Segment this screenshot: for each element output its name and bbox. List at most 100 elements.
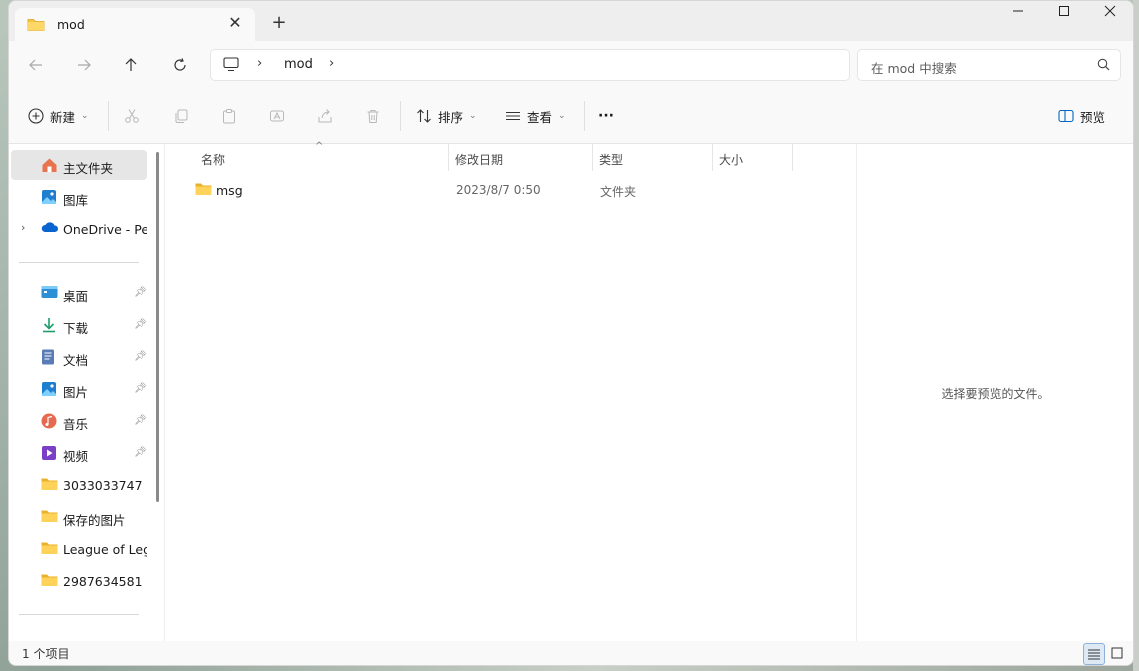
sidebar-item-saved-pictures[interactable]: 保存的图片 (11, 502, 147, 532)
music-icon (41, 413, 58, 429)
preview-empty-text: 选择要预览的文件。 (941, 387, 1050, 401)
plus-circle-icon (28, 108, 44, 124)
view-label: 查看 (527, 109, 553, 125)
pin-icon[interactable]: 📌︎ (134, 287, 147, 298)
tiles-view-icon (1111, 647, 1123, 659)
sidebar-item-music[interactable]: 音乐 📌︎ (11, 406, 147, 436)
chevron-down-icon: ⌄ (469, 111, 477, 121)
gallery-icon (41, 189, 58, 205)
share-icon (318, 109, 332, 123)
close-window-button[interactable] (1087, 5, 1133, 27)
chevron-right-icon[interactable]: › (21, 221, 25, 234)
table-row[interactable]: msg 2023/8/7 0:50 文件夹 (175, 177, 795, 203)
file-explorer-window: mod ✕ + › mod › 在 mod 中搜索 新建 ⌄ 排序 ⌄ 查看 ⌄… (8, 0, 1134, 666)
column-label: 名称 (201, 153, 226, 167)
preview-pane-button[interactable]: 预览 (1058, 105, 1105, 127)
this-pc-icon (223, 57, 239, 75)
forward-button[interactable] (70, 53, 98, 77)
file-name: msg (216, 183, 243, 198)
sidebar-item-label: 主文件夹 (63, 161, 114, 176)
tab-title: mod (57, 17, 85, 32)
pin-icon[interactable]: 📌︎ (134, 319, 147, 330)
sidebar-item-desktop[interactable]: 桌面 📌︎ (11, 278, 147, 308)
column-header-type[interactable]: 类型 (593, 144, 713, 171)
sidebar-item-pictures[interactable]: 图片 📌︎ (11, 374, 147, 404)
pictures-icon (41, 381, 58, 397)
column-header-size[interactable]: 大小 (713, 144, 793, 171)
pin-icon[interactable]: 📌︎ (134, 415, 147, 426)
arrow-right-icon (78, 59, 91, 71)
view-list-icon (506, 111, 520, 121)
sidebar-item-folder-2987634581[interactable]: 2987634581 (11, 566, 147, 596)
desktop-icon (41, 285, 58, 301)
refresh-button[interactable] (166, 53, 194, 77)
minimize-icon (1013, 10, 1023, 12)
sidebar-item-gallery[interactable]: 图库 (11, 182, 147, 212)
onedrive-icon (41, 221, 59, 237)
sidebar-scrollbar[interactable] (156, 152, 159, 502)
divider (400, 101, 401, 131)
pin-icon[interactable]: 📌︎ (134, 383, 147, 394)
paste-button[interactable] (221, 105, 237, 127)
sidebar-item-folder-3033033747[interactable]: 3033033747 (11, 470, 147, 500)
sidebar-item-label: OneDrive - Per (63, 222, 147, 237)
folder-icon (195, 182, 212, 199)
up-button[interactable] (117, 53, 145, 77)
cut-button[interactable] (124, 105, 140, 127)
breadcrumb-chevron-icon[interactable]: › (257, 56, 262, 71)
document-icon (41, 349, 58, 365)
sidebar-item-documents[interactable]: 文档 📌︎ (11, 342, 147, 372)
status-bar: 1 个项目 (9, 641, 1133, 665)
arrow-up-icon (125, 58, 137, 71)
breadcrumb-item-mod[interactable]: mod (284, 57, 313, 72)
more-options-button[interactable]: ··· (598, 105, 614, 127)
item-count: 1 个项目 (22, 647, 70, 661)
sidebar-item-videos[interactable]: 视频 📌︎ (11, 438, 147, 468)
pin-icon[interactable]: 📌︎ (134, 447, 147, 458)
sidebar-item-label: 2987634581 (63, 574, 143, 589)
column-header-name[interactable]: 名称 ^ (195, 141, 449, 171)
breadcrumb-chevron-icon[interactable]: › (329, 56, 334, 71)
column-label: 大小 (719, 153, 744, 167)
new-tab-button[interactable]: + (269, 13, 289, 33)
sidebar-item-label: 3033033747 (63, 478, 143, 493)
preview-label: 预览 (1080, 109, 1106, 125)
pin-icon[interactable]: 📌︎ (134, 351, 147, 362)
sidebar-item-league-of-legends[interactable]: League of Leg (11, 534, 147, 564)
sort-button[interactable]: 排序 ⌄ (416, 105, 477, 127)
folder-icon (41, 541, 58, 557)
address-bar[interactable]: › mod › (210, 49, 850, 81)
sidebar-divider (19, 614, 139, 615)
sidebar-item-label: 保存的图片 (63, 513, 126, 528)
sidebar-item-downloads[interactable]: 下载 📌︎ (11, 310, 147, 340)
delete-button[interactable] (365, 105, 381, 127)
sidebar-item-label: 图库 (63, 193, 89, 208)
minimize-button[interactable] (995, 5, 1041, 27)
sidebar-item-label: League of Leg (63, 542, 147, 557)
view-button[interactable]: 查看 ⌄ (505, 105, 566, 127)
close-icon (1104, 5, 1116, 17)
copy-icon (175, 109, 188, 123)
video-icon (41, 445, 58, 461)
back-button[interactable] (22, 53, 50, 77)
file-date: 2023/8/7 0:50 (456, 183, 541, 197)
folder-icon (27, 17, 45, 35)
sidebar-item-home[interactable]: 主文件夹 (11, 150, 147, 180)
sidebar-divider (19, 262, 139, 263)
trash-icon (367, 110, 379, 123)
command-bar: 新建 ⌄ 排序 ⌄ 查看 ⌄ ··· 预览 (9, 88, 1133, 144)
sidebar-item-onedrive[interactable]: › OneDrive - Per (11, 214, 147, 244)
tab-mod[interactable]: mod ✕ (15, 8, 255, 41)
rename-button[interactable] (269, 105, 285, 127)
details-view-icon (1088, 649, 1100, 660)
share-button[interactable] (317, 105, 333, 127)
details-view-button[interactable] (1083, 643, 1105, 665)
copy-button[interactable] (173, 105, 189, 127)
search-box[interactable]: 在 mod 中搜索 (857, 49, 1121, 81)
preview-pane: 选择要预览的文件。 (856, 144, 1133, 641)
column-header-date[interactable]: 修改日期 (449, 144, 593, 171)
tiles-view-button[interactable] (1107, 643, 1127, 663)
close-tab-button[interactable]: ✕ (225, 13, 245, 33)
new-button[interactable]: 新建 ⌄ (28, 105, 89, 127)
maximize-button[interactable] (1041, 5, 1087, 27)
